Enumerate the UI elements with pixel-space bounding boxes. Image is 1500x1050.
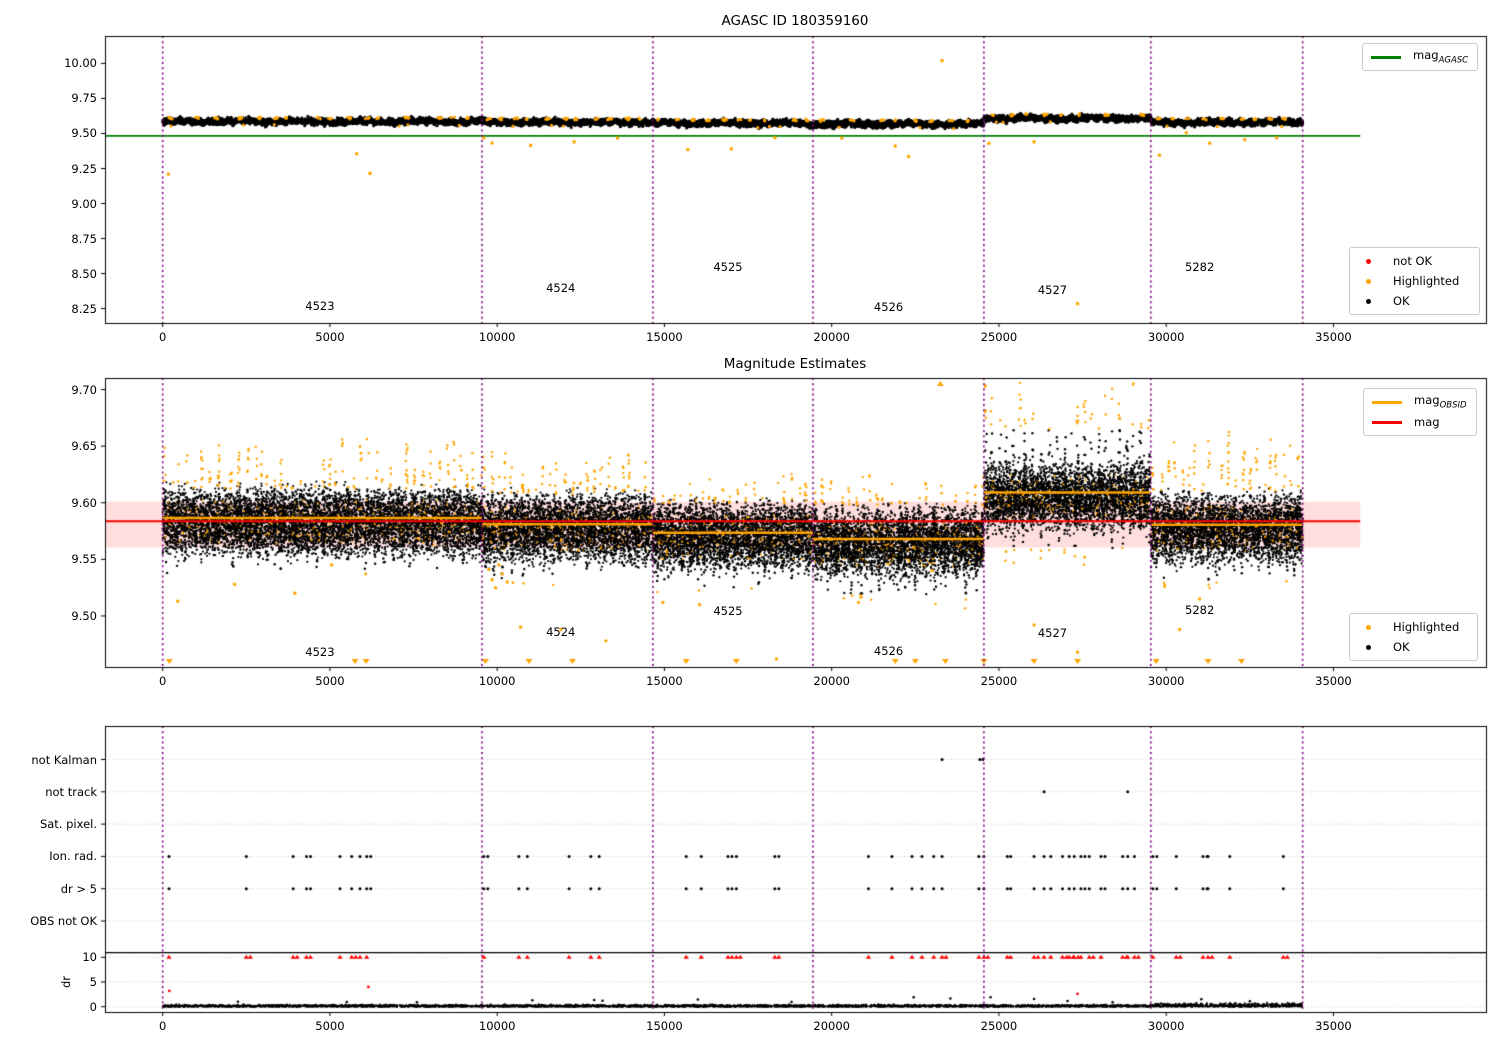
legend-line-swatch [1372, 420, 1402, 424]
y-tick-label: 9.50 [71, 608, 97, 623]
y-tick-label: 9.25 [71, 161, 97, 176]
flag-category-label: not track [45, 784, 97, 799]
obsid-label: 4523 [305, 298, 335, 313]
legend-dot-swatch [1366, 624, 1371, 630]
legend-row: magAGASC [1367, 47, 1471, 67]
legend-row: OK [1354, 637, 1471, 657]
figure: AGASC ID 180359160 Magnitude Estimates d… [0, 0, 1500, 1050]
y-tick-label: 9.65 [71, 439, 97, 454]
x-tick-label: 5000 [315, 674, 345, 688]
legend-dot-swatch [1366, 258, 1371, 264]
legend-label: Highlighted [1393, 274, 1460, 288]
top-plot-legend-markers: not OK Highlighted OK [1349, 247, 1480, 315]
obsid-label: 5282 [1185, 603, 1215, 618]
x-tick-label: 0 [158, 1019, 167, 1033]
middle-plot-title: Magnitude Estimates [723, 356, 867, 372]
obsid-label: 4523 [305, 645, 335, 660]
legend-row: Highlighted [1354, 617, 1471, 637]
x-tick-label: 15000 [646, 674, 683, 688]
y-tick-label: 9.55 [71, 552, 97, 567]
x-tick-label: 25000 [980, 674, 1018, 688]
x-tick-label: 10000 [478, 674, 516, 688]
obsid-label: 4526 [873, 644, 904, 659]
x-tick-label: 35000 [1315, 674, 1352, 688]
legend-label: magAGASC [1413, 48, 1469, 66]
y-tick-label: 8.75 [71, 231, 97, 246]
dr-tick-label: 10 [82, 950, 97, 965]
x-tick-label: 5000 [315, 330, 345, 344]
y-tick-label: 8.50 [71, 266, 97, 281]
legend-label: not OK [1393, 254, 1433, 268]
x-tick-label: 20000 [813, 330, 850, 344]
flag-category-label: not Kalman [31, 752, 97, 767]
legend-line-swatch [1372, 400, 1402, 404]
x-tick-label: 30000 [1147, 1019, 1185, 1033]
y-tick-label: 9.00 [71, 196, 97, 211]
obsid-label: 4524 [546, 280, 576, 295]
legend-label: Highlighted [1393, 620, 1460, 634]
y-tick-label: 10.00 [64, 56, 97, 71]
legend-row: magOBSID [1368, 392, 1470, 412]
flag-category-label: Ion. rad. [49, 849, 97, 864]
y-tick-label: 8.25 [71, 301, 97, 316]
legend-label: magOBSID [1414, 393, 1467, 411]
top-plot-title: AGASC ID 180359160 [721, 13, 869, 29]
y-tick-label: 9.70 [71, 382, 97, 397]
legend-row: not OK [1354, 251, 1473, 271]
x-tick-label: 35000 [1315, 330, 1352, 344]
obsid-label: 4525 [713, 604, 743, 619]
x-tick-label: 5000 [315, 1019, 345, 1033]
y-tick-label: 9.50 [71, 126, 97, 141]
dr-tick-label: 5 [89, 975, 97, 989]
obsid-label: 4526 [873, 300, 904, 315]
middle-plot-legend-markers: Highlighted OK [1349, 613, 1478, 661]
legend-dot-swatch [1366, 298, 1371, 304]
plots-canvas [0, 0, 1500, 1050]
flag-category-label: Sat. pixel. [39, 817, 97, 832]
legend-label: mag [1414, 415, 1440, 429]
obsid-label: 4524 [546, 624, 576, 639]
obsid-label: 4527 [1037, 283, 1068, 298]
dr-tick-label: 0 [89, 999, 97, 1014]
obsid-label: 5282 [1185, 259, 1215, 274]
x-tick-label: 25000 [980, 1019, 1018, 1033]
x-tick-label: 15000 [646, 1019, 683, 1033]
x-tick-label: 35000 [1315, 1019, 1352, 1033]
x-tick-label: 20000 [813, 1019, 850, 1033]
legend-row: mag [1368, 412, 1470, 432]
y-tick-label: 9.75 [71, 91, 97, 106]
legend-dot-swatch [1366, 278, 1371, 284]
dr-axis-label: dr [59, 975, 73, 989]
legend-line-swatch [1371, 55, 1401, 59]
x-tick-label: 0 [158, 330, 167, 344]
y-tick-label: 9.60 [71, 495, 97, 510]
x-tick-label: 15000 [646, 330, 683, 344]
obsid-label: 4525 [713, 259, 743, 274]
top-plot-legend-line: magAGASC [1362, 43, 1478, 71]
legend-label: OK [1393, 640, 1410, 654]
x-tick-label: 30000 [1147, 330, 1185, 344]
x-tick-label: 10000 [478, 1019, 516, 1033]
legend-dot-swatch [1366, 644, 1371, 650]
legend-label: OK [1393, 294, 1410, 308]
x-tick-label: 10000 [478, 330, 516, 344]
x-tick-label: 20000 [813, 674, 850, 688]
legend-row: OK [1354, 291, 1473, 311]
flag-category-label: OBS not OK [30, 914, 97, 928]
x-tick-label: 25000 [980, 330, 1018, 344]
flag-category-label: dr > 5 [60, 881, 97, 896]
obsid-label: 4527 [1037, 625, 1068, 640]
x-tick-label: 30000 [1147, 674, 1185, 688]
legend-row: Highlighted [1354, 271, 1473, 291]
x-tick-label: 0 [158, 674, 167, 688]
middle-plot-legend-lines: magOBSID mag [1363, 388, 1477, 436]
